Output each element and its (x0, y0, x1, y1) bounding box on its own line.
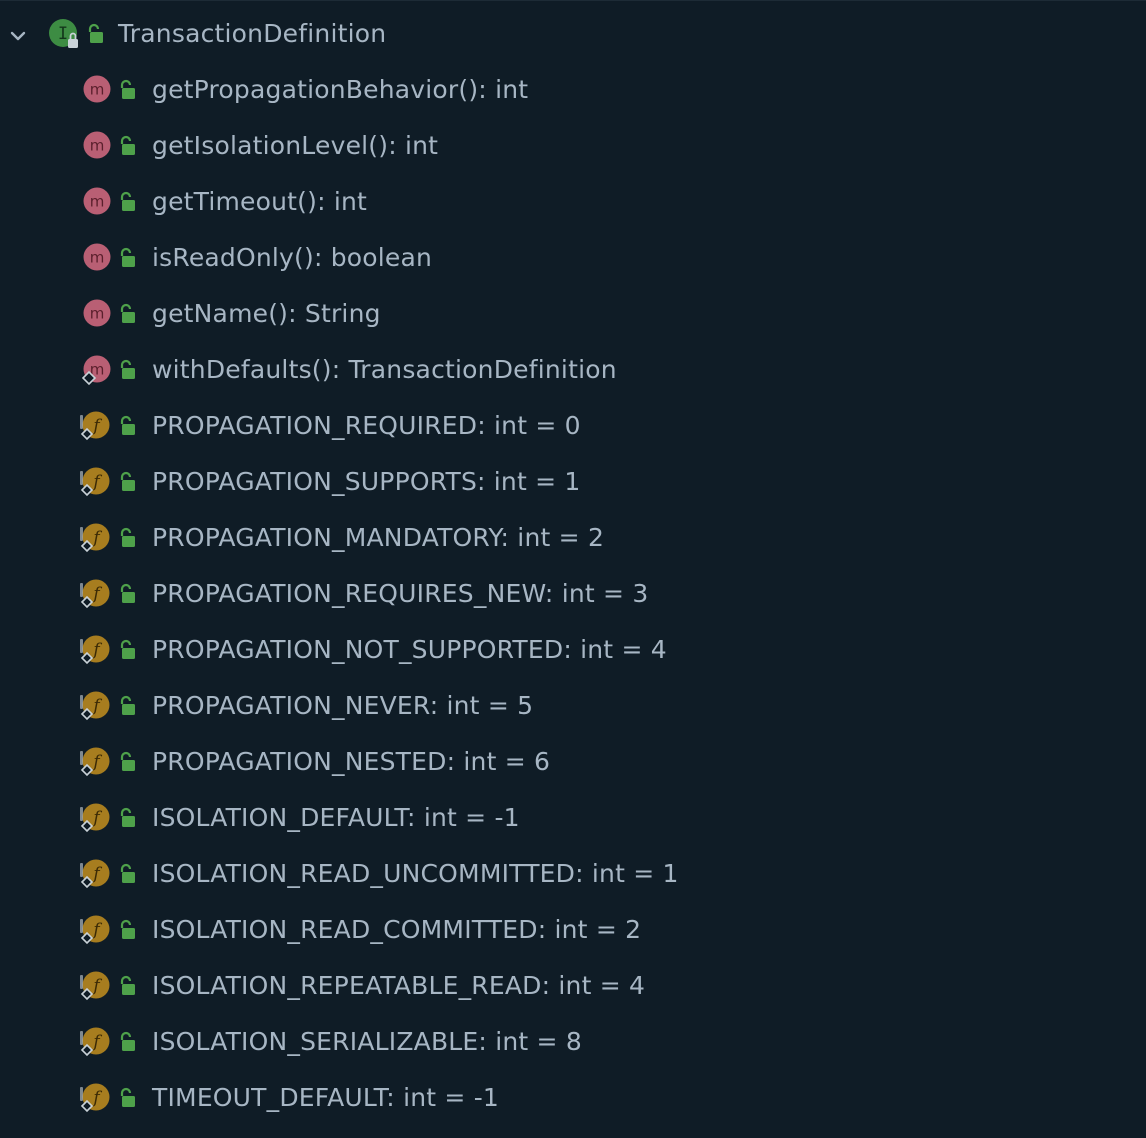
tree-item-label: PROPAGATION_NOT_SUPPORTED: int = 4 (152, 635, 667, 664)
method-icon: m (83, 187, 111, 215)
public-lock-icon (120, 303, 135, 323)
structure-panel: I TransactionDefinition m getPropagationB… (0, 0, 1146, 1138)
tree-item-label: getTimeout(): int (152, 187, 368, 216)
constant-field-icon: f (80, 523, 110, 553)
tree-item-method[interactable]: m getTimeout(): int (0, 174, 1146, 230)
svg-text:I: I (58, 24, 68, 44)
tree-item-constant[interactable]: f PROPAGATION_REQUIRED: int = 0 (0, 398, 1146, 454)
tree-item-label: ISOLATION_READ_UNCOMMITTED: int = 1 (152, 859, 679, 888)
tree-item-label: getPropagationBehavior(): int (152, 75, 529, 104)
tree-item-method[interactable]: m getName(): String (0, 286, 1146, 342)
tree-item-label: PROPAGATION_NESTED: int = 6 (152, 747, 551, 776)
tree-item-method[interactable]: m getIsolationLevel(): int (0, 118, 1146, 174)
tree-item-label: PROPAGATION_NEVER: int = 5 (152, 691, 534, 720)
tree-item-constant[interactable]: f PROPAGATION_NEVER: int = 5 (0, 678, 1146, 734)
public-lock-icon (120, 527, 135, 547)
public-lock-icon (120, 135, 135, 155)
tree-root-label: TransactionDefinition (118, 19, 387, 48)
tree-item-label: PROPAGATION_REQUIRED: int = 0 (152, 411, 581, 440)
constant-field-icon: f (80, 915, 110, 945)
tree-item-constant[interactable]: f PROPAGATION_REQUIRES_NEW: int = 3 (0, 566, 1146, 622)
public-lock-icon (120, 359, 135, 379)
public-lock-icon (88, 23, 103, 43)
tree-item-label: PROPAGATION_MANDATORY: int = 2 (152, 523, 605, 552)
svg-text:m: m (90, 193, 105, 211)
tree-item-constant[interactable]: f ISOLATION_SERIALIZABLE: int = 8 (0, 1014, 1146, 1070)
constant-field-icon: f (80, 467, 110, 497)
public-lock-icon (120, 751, 135, 771)
tree-item-method[interactable]: m getPropagationBehavior(): int (0, 62, 1146, 118)
public-lock-icon (120, 191, 135, 211)
method-icon: m (83, 75, 111, 103)
tree-item-label: ISOLATION_READ_COMMITTED: int = 2 (152, 915, 642, 944)
constant-field-icon: f (80, 803, 110, 833)
svg-text:m: m (90, 249, 105, 267)
constant-field-icon: f (80, 1027, 110, 1057)
tree-item-constant[interactable]: f PROPAGATION_SUPPORTS: int = 1 (0, 454, 1146, 510)
tree-item-label: TIMEOUT_DEFAULT: int = -1 (152, 1083, 500, 1112)
constant-field-icon: f (80, 859, 110, 889)
public-lock-icon (120, 695, 135, 715)
method-icon: m (83, 299, 111, 327)
public-lock-icon (120, 1031, 135, 1051)
tree-item-constant[interactable]: f ISOLATION_READ_UNCOMMITTED: int = 1 (0, 846, 1146, 902)
chevron-down-icon[interactable] (6, 24, 30, 48)
svg-text:m: m (90, 137, 105, 155)
public-lock-icon (120, 79, 135, 99)
tree-root-row[interactable]: I TransactionDefinition (0, 6, 1146, 62)
constant-field-icon: f (80, 691, 110, 721)
public-lock-icon (120, 247, 135, 267)
tree-item-label: PROPAGATION_REQUIRES_NEW: int = 3 (152, 579, 649, 608)
constant-field-icon: f (80, 1083, 110, 1113)
public-lock-icon (120, 639, 135, 659)
tree-item-label: withDefaults(): TransactionDefinition (152, 355, 617, 384)
svg-text:m: m (90, 81, 105, 99)
tree-item-method[interactable]: m isReadOnly(): boolean (0, 230, 1146, 286)
public-lock-icon (120, 1087, 135, 1107)
constant-field-icon: f (80, 579, 110, 609)
method-icon: m (83, 243, 111, 271)
public-lock-icon (120, 415, 135, 435)
tree-item-constant[interactable]: f ISOLATION_REPEATABLE_READ: int = 4 (0, 958, 1146, 1014)
tree-item-constant[interactable]: f PROPAGATION_MANDATORY: int = 2 (0, 510, 1146, 566)
svg-text:m: m (90, 305, 105, 323)
constant-field-icon: f (80, 747, 110, 777)
constant-field-icon: f (80, 411, 110, 441)
tree-item-label: getIsolationLevel(): int (152, 131, 439, 160)
interface-icon: I (49, 19, 78, 48)
tree-item-label: ISOLATION_DEFAULT: int = -1 (152, 803, 520, 832)
constant-field-icon: f (80, 635, 110, 665)
tree-item-label: PROPAGATION_SUPPORTS: int = 1 (152, 467, 581, 496)
public-lock-icon (120, 471, 135, 491)
tree-item-label: isReadOnly(): boolean (152, 243, 433, 272)
tree-item-method[interactable]: m withDefaults(): TransactionDefinition (0, 342, 1146, 398)
method-icon: m (83, 131, 111, 159)
tree-item-constant[interactable]: f PROPAGATION_NESTED: int = 6 (0, 734, 1146, 790)
public-lock-icon (120, 919, 135, 939)
public-lock-icon (120, 807, 135, 827)
tree-item-label: ISOLATION_REPEATABLE_READ: int = 4 (152, 971, 646, 1000)
public-lock-icon (120, 583, 135, 603)
public-lock-icon (120, 863, 135, 883)
tree-item-constant[interactable]: f ISOLATION_DEFAULT: int = -1 (0, 790, 1146, 846)
tree-item-constant[interactable]: f TIMEOUT_DEFAULT: int = -1 (0, 1070, 1146, 1126)
constant-field-icon: f (80, 971, 110, 1001)
public-lock-icon (120, 975, 135, 995)
tree-item-label: ISOLATION_SERIALIZABLE: int = 8 (152, 1027, 582, 1056)
static-method-icon: m (82, 355, 111, 386)
tree-item-constant[interactable]: f ISOLATION_READ_COMMITTED: int = 2 (0, 902, 1146, 958)
tree-item-label: getName(): String (152, 299, 381, 328)
tree-item-constant[interactable]: f PROPAGATION_NOT_SUPPORTED: int = 4 (0, 622, 1146, 678)
